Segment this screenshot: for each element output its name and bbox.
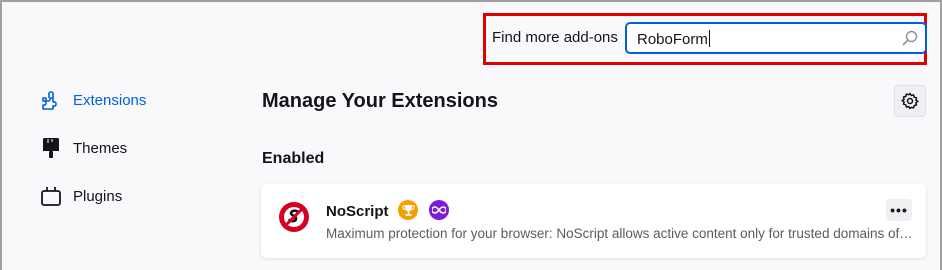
text-caret xyxy=(708,30,710,47)
more-options-button[interactable]: ••• xyxy=(886,199,912,221)
extension-description: Maximum protection for your browser: NoS… xyxy=(326,226,916,241)
sidebar-item-plugins[interactable]: Plugins xyxy=(40,184,122,208)
sidebar-item-themes[interactable]: Themes xyxy=(40,136,127,160)
puzzle-icon xyxy=(40,89,62,111)
more-options-icon: ••• xyxy=(890,202,908,218)
addons-search-input[interactable]: RoboForm xyxy=(625,22,927,54)
gear-icon xyxy=(901,92,919,110)
addons-manager: Find more add-ons RoboForm Extensions Th… xyxy=(0,0,942,270)
search-input-value[interactable]: RoboForm xyxy=(637,30,710,48)
search-icon[interactable] xyxy=(901,29,919,47)
sidebar-item-label: Plugins xyxy=(73,187,123,205)
plugin-icon xyxy=(40,185,62,207)
sidebar-item-label: Extensions xyxy=(73,91,147,109)
line-extension-badge-icon[interactable] xyxy=(429,200,449,220)
tools-gear-button[interactable] xyxy=(894,85,926,117)
noscript-logo-icon xyxy=(279,202,309,232)
extension-card-noscript[interactable]: NoScript Maximum protection for your bro… xyxy=(261,184,926,258)
recommended-badge-icon[interactable] xyxy=(398,200,418,220)
extension-name: NoScript xyxy=(326,203,389,220)
find-more-addons-label: Find more add-ons xyxy=(492,29,618,46)
enabled-section-heading: Enabled xyxy=(262,150,325,167)
brush-icon xyxy=(40,137,62,159)
sidebar-item-label: Themes xyxy=(73,139,128,157)
page-title: Manage Your Extensions xyxy=(262,90,498,112)
sidebar-item-extensions[interactable]: Extensions xyxy=(40,88,146,112)
